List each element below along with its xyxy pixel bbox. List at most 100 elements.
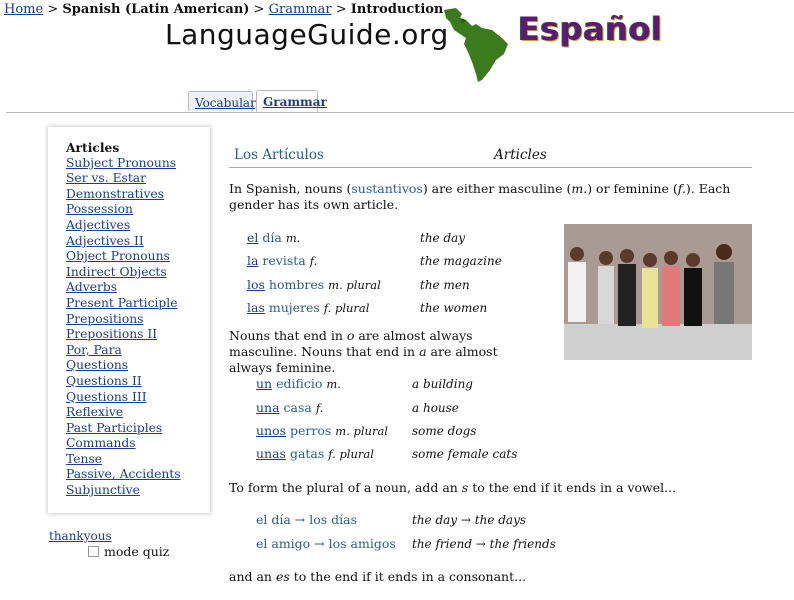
- breadcrumb-grammar-link[interactable]: Grammar: [269, 2, 332, 17]
- article-link[interactable]: una: [256, 400, 280, 415]
- sidebar-link[interactable]: Questions II: [66, 374, 142, 388]
- sidebar-link[interactable]: Adjectives II: [66, 234, 144, 248]
- sidebar-item-object-pronouns: Object Pronouns: [66, 249, 210, 265]
- thankyous-link[interactable]: thankyous: [49, 529, 112, 543]
- article-link[interactable]: las: [247, 300, 265, 315]
- tab-vocabulary-label[interactable]: Vocabulary: [195, 96, 263, 110]
- site-logo[interactable]: LanguageGuide.org: [165, 18, 449, 51]
- example-row[interactable]: un edificio m.: [256, 376, 341, 391]
- article-link[interactable]: un: [256, 376, 272, 391]
- translation: a building: [412, 377, 473, 391]
- breadcrumb-separator: >: [253, 2, 265, 17]
- example-row[interactable]: unas gatas f. plural: [256, 446, 374, 461]
- sustantivos-link[interactable]: sustantivos: [351, 181, 422, 196]
- sidebar-link[interactable]: Questions: [66, 358, 128, 372]
- plural-translation: the day → the days: [412, 513, 527, 527]
- gender: f.: [309, 254, 318, 268]
- quiz-mode-toggle[interactable]: mode quiz: [88, 544, 169, 559]
- noun: hombres: [264, 277, 325, 292]
- breadcrumb-home-link[interactable]: Home: [4, 2, 43, 17]
- article-link[interactable]: unas: [256, 446, 286, 461]
- article-link[interactable]: la: [247, 253, 258, 268]
- sidebar-link[interactable]: Commands: [66, 436, 136, 450]
- gender: f.: [315, 401, 324, 415]
- feminine-abbr: f.: [677, 181, 686, 196]
- sidebar-link[interactable]: Questions III: [66, 390, 147, 404]
- breadcrumb: Home > Spanish (Latin American) > Gramma…: [4, 2, 443, 17]
- sidebar-link[interactable]: Demonstratives: [66, 187, 164, 201]
- sidebar-link[interactable]: Possession: [66, 202, 133, 216]
- sidebar-link[interactable]: Adverbs: [66, 280, 117, 294]
- example-row[interactable]: unos perros m. plural: [256, 423, 388, 438]
- breadcrumb-language: Spanish (Latin American): [62, 2, 250, 17]
- latin-america-map-icon: [444, 8, 508, 82]
- sidebar-item-possession: Possession: [66, 202, 210, 218]
- translation: the men: [420, 278, 470, 292]
- sidebar-link[interactable]: Adjectives: [66, 218, 130, 232]
- sidebar-item-prepositions: Prepositions: [66, 312, 210, 328]
- sidebar-link[interactable]: Past Participles: [66, 421, 162, 435]
- section-title-english: Articles: [494, 147, 547, 163]
- sidebar-item-por-para: Por, Para: [66, 343, 210, 359]
- ending-es: es: [275, 569, 290, 584]
- sidebar-link[interactable]: Ser vs. Estar: [66, 171, 146, 185]
- noun: perros: [286, 423, 332, 438]
- example-row[interactable]: el día m.: [247, 230, 300, 245]
- tab-vocabulary[interactable]: Vocabulary: [188, 91, 263, 111]
- sidebar-link[interactable]: Present Participle: [66, 296, 178, 310]
- sidebar-link[interactable]: Indirect Objects: [66, 265, 167, 279]
- sidebar-item-prepositions-ii: Prepositions II: [66, 327, 210, 343]
- sidebar-link[interactable]: Object Pronouns: [66, 249, 170, 263]
- sidebar-item-passive-accidents: Passive, Accidents: [66, 467, 210, 483]
- translation: some dogs: [412, 424, 477, 438]
- sidebar-item-questions: Questions: [66, 358, 210, 374]
- example-row[interactable]: la revista f.: [247, 253, 317, 268]
- sidebar-link[interactable]: Prepositions: [66, 312, 143, 326]
- plural-example-row[interactable]: el día → los días: [256, 512, 357, 527]
- sidebar-item-reflexive: Reflexive: [66, 405, 210, 421]
- para-text: To form the plural of a noun, add an: [229, 480, 462, 495]
- noun: mujeres: [264, 300, 320, 315]
- tab-grammar-label[interactable]: Grammar: [263, 95, 327, 109]
- gender: m.: [326, 377, 341, 391]
- header-divider: [6, 112, 794, 113]
- para-text: Nouns that end in: [229, 328, 347, 343]
- sidebar-link[interactable]: Passive, Accidents: [66, 467, 181, 481]
- sidebar-item-tense: Tense: [66, 452, 210, 468]
- plural-example-row[interactable]: el amigo → los amigos: [256, 536, 396, 551]
- section-divider: [229, 167, 752, 168]
- gender: m. plural: [335, 424, 388, 438]
- noun: día: [258, 230, 282, 245]
- article-link[interactable]: los: [247, 277, 265, 292]
- translation: a house: [412, 401, 459, 415]
- article-link[interactable]: el: [247, 230, 258, 245]
- gender: f. plural: [323, 301, 370, 315]
- example-row[interactable]: los hombres m. plural: [247, 277, 381, 292]
- sidebar-item-articles: Articles: [66, 140, 120, 155]
- sidebar-link[interactable]: Tense: [66, 452, 102, 466]
- sidebar-link[interactable]: Subject Pronouns: [66, 156, 176, 170]
- noun: casa: [279, 400, 312, 415]
- sidebar-item-questions-ii: Questions II: [66, 374, 210, 390]
- quiz-mode-checkbox[interactable]: [88, 546, 99, 557]
- masculine-abbr: m.: [571, 181, 588, 196]
- sidebar-link[interactable]: Reflexive: [66, 405, 123, 419]
- sidebar-item-adjectives: Adjectives: [66, 218, 210, 234]
- sidebar-link[interactable]: Por, Para: [66, 343, 122, 357]
- para-text: and an: [229, 569, 276, 584]
- group-photo: [564, 224, 752, 360]
- example-row[interactable]: las mujeres f. plural: [247, 300, 369, 315]
- article-link[interactable]: unos: [256, 423, 286, 438]
- sidebar: Articles Subject Pronouns Ser vs. Estar …: [48, 127, 210, 513]
- sidebar-item-adjectives-ii: Adjectives II: [66, 234, 210, 250]
- sidebar-link[interactable]: Prepositions II: [66, 327, 157, 341]
- sidebar-link[interactable]: Subjunctive: [66, 483, 140, 497]
- breadcrumb-separator: >: [335, 2, 347, 17]
- tab-grammar[interactable]: Grammar: [256, 90, 327, 112]
- translation: some female cats: [412, 447, 518, 461]
- plural-translation: the friend → the friends: [412, 537, 556, 551]
- noun: gatas: [285, 446, 325, 461]
- sidebar-item-present-participle: Present Participle: [66, 296, 210, 312]
- gender: m.: [285, 231, 301, 245]
- example-row[interactable]: una casa f.: [256, 400, 323, 415]
